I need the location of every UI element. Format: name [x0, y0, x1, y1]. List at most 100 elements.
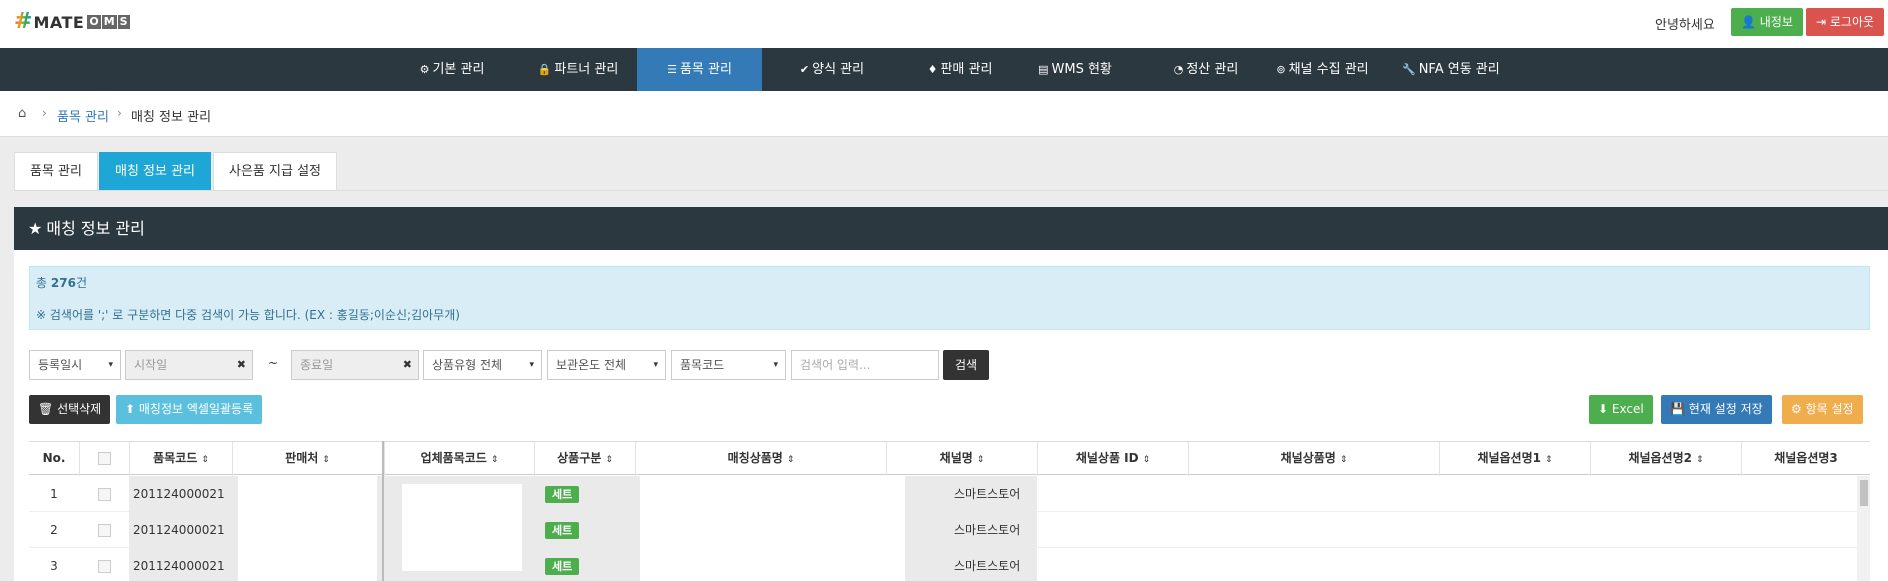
- clear-icon[interactable]: ✖: [403, 351, 412, 379]
- logout-button[interactable]: ⇥ 로그아웃: [1806, 8, 1885, 36]
- clear-icon[interactable]: ✖: [237, 351, 246, 379]
- cell-no: 2: [50, 523, 58, 537]
- sort-icon: ⇕: [1142, 455, 1151, 465]
- nav-label: 정산 관리: [1186, 62, 1239, 77]
- storage-temp-select[interactable]: 보관온도 전체 ▾: [547, 350, 666, 380]
- row-checkbox[interactable]: [97, 488, 111, 501]
- greeting-text: 안녕하세요: [1655, 18, 1715, 33]
- channel-name: 스마트스토어: [954, 523, 1021, 537]
- search-field-select[interactable]: 품목코드 ▾: [671, 350, 786, 380]
- breadcrumb-separator: ›: [117, 106, 122, 120]
- table-scrollbar[interactable]: [1857, 476, 1870, 581]
- breadcrumb-separator: ›: [42, 106, 47, 120]
- logo-mate-text: MATE: [33, 12, 85, 32]
- col-channel-option-1[interactable]: 채널옵션명1 ⇕: [1439, 442, 1590, 476]
- nav-item-nfa[interactable]: 🔧 NFA 연동 관리: [1402, 48, 1500, 91]
- tab-product[interactable]: 품목 관리: [14, 152, 98, 191]
- scrollbar-thumb[interactable]: [1860, 480, 1868, 506]
- gear-icon: ⚙: [419, 63, 430, 76]
- tab-matching[interactable]: 매칭 정보 관리: [99, 152, 211, 191]
- start-date-input[interactable]: 시작일 ✖: [125, 350, 253, 380]
- col-vendor-code[interactable]: 업체품목코드 ⇕: [384, 442, 534, 476]
- cell-checkbox[interactable]: [79, 476, 129, 512]
- nav-label: 채널 수집 관리: [1288, 62, 1369, 77]
- table-row[interactable]: 3 201124000021 세트 스마트스토어: [29, 547, 1870, 581]
- excel-download-button[interactable]: ⬇ Excel: [1589, 395, 1653, 424]
- sort-icon: ⇕: [1696, 455, 1704, 465]
- nav-item-wms[interactable]: ▤ WMS 현황: [1035, 48, 1115, 91]
- col-matching-name[interactable]: 매칭상품명 ⇕: [635, 442, 886, 476]
- chevron-down-icon: ▾: [529, 360, 534, 370]
- search-button[interactable]: 검색: [943, 350, 989, 380]
- vendor-code-blank: [402, 511, 522, 549]
- my-info-button[interactable]: 👤 내정보: [1731, 8, 1803, 36]
- chevron-down-icon: ▾: [773, 360, 778, 370]
- chevron-down-icon: ▾: [653, 360, 658, 370]
- sort-icon: ⇕: [1339, 455, 1348, 465]
- trash-icon: 🗑: [38, 402, 54, 416]
- breadcrumb: ⌂ › 품목 관리 › 매칭 정보 관리: [0, 91, 1888, 137]
- total-count: 276: [50, 276, 76, 290]
- nav-item-basic[interactable]: ⚙ 기본 관리: [405, 48, 499, 91]
- save-settings-button[interactable]: 💾 현재 설정 저장: [1661, 395, 1772, 424]
- col-channel[interactable]: 채널명 ⇕: [886, 442, 1037, 476]
- cell-checkbox[interactable]: [79, 512, 129, 548]
- breadcrumb-current: 매칭 정보 관리: [131, 110, 212, 125]
- table-row[interactable]: 1 201124000021 세트 스마트스토어: [29, 475, 1870, 513]
- matching-name-blank: [640, 547, 905, 581]
- col-item-code[interactable]: 품목코드 ⇕: [129, 442, 232, 476]
- check-icon: ✔: [799, 63, 810, 76]
- search-input[interactable]: 검색어 입력...: [791, 350, 939, 380]
- matching-name-blank: [640, 475, 905, 513]
- cell-no: 3: [50, 559, 58, 573]
- upload-icon: ⬆: [125, 402, 136, 416]
- bulk-register-button[interactable]: ⬆ 매칭정보 엑셀일괄등록: [116, 395, 263, 424]
- tab-divider: [14, 190, 1888, 191]
- col-select-all[interactable]: [79, 442, 129, 476]
- main-nav: ⚙ 기본 관리 🔒 파트너 관리 ☰ 품목 관리 ✔ 양식 관리 ♦ 판매 관리 ▤ WMS…: [0, 48, 1888, 91]
- sort-icon: ⇕: [322, 455, 330, 465]
- row-checkbox[interactable]: [97, 560, 111, 573]
- cell-checkbox[interactable]: [79, 548, 129, 581]
- frozen-column-divider: [382, 441, 384, 581]
- col-channel-option-2[interactable]: 채널옵션명2 ⇕: [1590, 442, 1741, 476]
- save-icon: 💾: [1670, 402, 1685, 416]
- star-icon: ★: [28, 219, 43, 238]
- nav-item-settlement[interactable]: ◔ 정산 관리: [1162, 48, 1250, 91]
- app-logo[interactable]: # MATE O M S: [14, 10, 130, 34]
- sign-out-icon: ⇥: [1816, 15, 1827, 29]
- column-settings-button[interactable]: ⚙ 항목 설정: [1782, 395, 1863, 424]
- nav-item-product[interactable]: ☰ 품목 관리: [637, 48, 762, 91]
- chevron-down-icon: ▾: [108, 360, 113, 370]
- row-checkbox[interactable]: [97, 524, 111, 537]
- panel-title: 매칭 정보 관리: [46, 219, 145, 238]
- select-all-checkbox[interactable]: [98, 452, 111, 465]
- nav-item-channel[interactable]: ⊚ 채널 수집 관리: [1275, 48, 1370, 91]
- nav-label: 판매 관리: [940, 62, 993, 77]
- nav-item-sales[interactable]: ♦ 판매 관리: [910, 48, 1010, 91]
- table-row[interactable]: 2 201124000021 세트 스마트스토어: [29, 511, 1870, 549]
- breadcrumb-link-product[interactable]: 품목 관리: [57, 106, 109, 125]
- gear-icon: ⚙: [1791, 402, 1802, 416]
- rss-icon: ⊚: [1276, 63, 1286, 76]
- end-date-input[interactable]: 종료일 ✖: [291, 350, 419, 380]
- col-product-type[interactable]: 상품구분 ⇕: [534, 442, 635, 476]
- col-channel-product-id[interactable]: 채널상품 ID ⇕: [1037, 442, 1188, 476]
- wrench-icon: 🔧: [1402, 63, 1416, 76]
- sort-icon: ⇕: [786, 455, 795, 465]
- tab-gift[interactable]: 사은품 지급 설정: [213, 152, 337, 191]
- col-seller[interactable]: 판매처 ⇕: [232, 442, 382, 476]
- logo-oms-text: O M S: [87, 15, 130, 29]
- home-icon[interactable]: ⌂: [18, 106, 26, 121]
- date-type-select[interactable]: 등록일시 ▾: [29, 350, 121, 380]
- nav-item-form[interactable]: ✔ 양식 관리: [785, 48, 879, 91]
- col-channel-product-name[interactable]: 채널상품명 ⇕: [1188, 442, 1439, 476]
- col-channel-option-3[interactable]: 채널옵션명3: [1741, 442, 1870, 476]
- product-type-select[interactable]: 상품유형 전체 ▾: [423, 350, 542, 380]
- delete-selected-button[interactable]: 🗑 선택삭제: [29, 395, 111, 424]
- diamond-icon: ♦: [927, 63, 938, 76]
- nav-item-partner[interactable]: 🔒 파트너 관리: [525, 48, 631, 91]
- seller-cell-blank: [238, 511, 377, 549]
- date-range-tilde: ~: [268, 356, 279, 370]
- sort-icon: ⇕: [605, 455, 613, 465]
